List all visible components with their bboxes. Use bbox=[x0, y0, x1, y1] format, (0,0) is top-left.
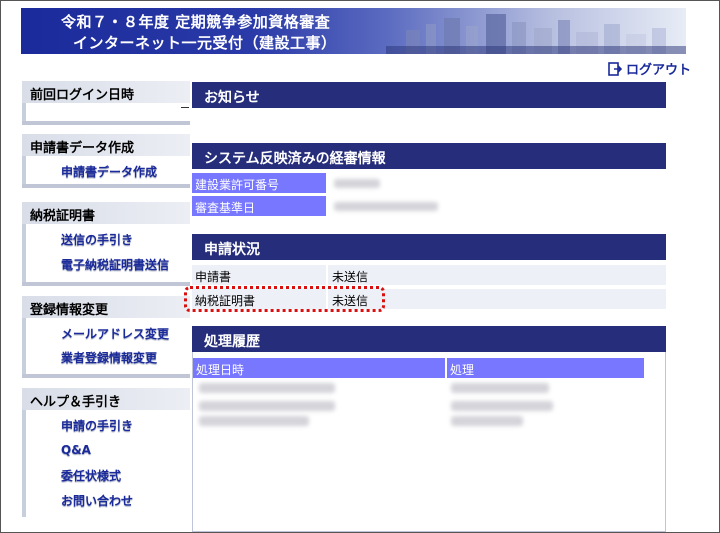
logout-button[interactable]: ログアウト bbox=[608, 59, 691, 78]
sidebar-section-tax-certificate: 納税証明書 bbox=[22, 202, 190, 224]
sidebar-divider bbox=[22, 282, 190, 286]
table-row bbox=[193, 414, 644, 432]
sidebar-divider bbox=[22, 184, 190, 188]
sidebar-section-application-data: 申請書データ作成 bbox=[22, 134, 190, 156]
notice-panel-title: お知らせ bbox=[192, 82, 666, 108]
sidebar-item-power-of-attorney-form[interactable]: 委任状様式 bbox=[61, 467, 121, 484]
sidebar-item-create-application-data[interactable]: 申請書データ作成 bbox=[61, 163, 157, 180]
sidebar-section-help: ヘルプ＆手引き bbox=[22, 388, 190, 410]
sidebar-item-application-guide[interactable]: 申請の手引き bbox=[61, 417, 133, 434]
header-title-line1: 令和７・８年度 定期競争参加資格審査 bbox=[61, 13, 331, 31]
label-construction-license-number: 建設業許可番号 bbox=[192, 173, 326, 193]
highlight-box bbox=[184, 286, 385, 312]
notice-panel-body bbox=[192, 108, 666, 118]
header-title-line2: インターネット一元受付（建設工事） bbox=[73, 34, 337, 52]
history-col-datetime: 処理日時 bbox=[193, 358, 445, 378]
table-row bbox=[193, 379, 644, 397]
application-form-status: 未送信 bbox=[328, 265, 666, 285]
label-review-base-date: 審査基準日 bbox=[192, 196, 326, 216]
last-login-body bbox=[22, 103, 190, 121]
logout-icon bbox=[608, 61, 622, 76]
label-application-form: 申請書 bbox=[192, 265, 326, 285]
last-login-value bbox=[181, 107, 189, 108]
sidebar-item-change-business-info[interactable]: 業者登録情報変更 bbox=[61, 349, 157, 366]
keishin-panel-title: システム反映済みの経審情報 bbox=[192, 143, 666, 169]
history-panel-title: 処理履歴 bbox=[192, 326, 666, 352]
sidebar-item-sending-guide[interactable]: 送信の手引き bbox=[61, 231, 133, 248]
construction-license-number-value bbox=[328, 173, 666, 193]
sidebar-item-contact[interactable]: お問い合わせ bbox=[61, 492, 133, 509]
sidebar-item-change-email[interactable]: メールアドレス変更 bbox=[61, 325, 169, 342]
sidebar-section-registration-change: 登録情報変更 bbox=[22, 296, 190, 318]
review-base-date-value bbox=[328, 196, 666, 216]
status-panel-title: 申請状況 bbox=[192, 234, 666, 260]
sidebar-item-qa[interactable]: Q&A bbox=[61, 443, 91, 457]
sidebar-divider bbox=[22, 121, 190, 125]
city-skyline-image bbox=[386, 14, 686, 54]
table-row bbox=[193, 397, 644, 415]
sidebar-divider bbox=[22, 374, 190, 378]
page-frame: 令和７・８年度 定期競争参加資格審査 インターネット一元受付（建設工事） ログア… bbox=[0, 0, 720, 533]
history-col-process: 処理 bbox=[447, 358, 644, 378]
sidebar-section-last-login: 前回ログイン日時 bbox=[22, 81, 190, 103]
logout-label: ログアウト bbox=[626, 63, 692, 78]
header-banner: 令和７・８年度 定期競争参加資格審査 インターネット一元受付（建設工事） bbox=[21, 8, 686, 54]
sidebar-item-electronic-tax-certificate-send[interactable]: 電子納税証明書送信 bbox=[61, 256, 169, 273]
